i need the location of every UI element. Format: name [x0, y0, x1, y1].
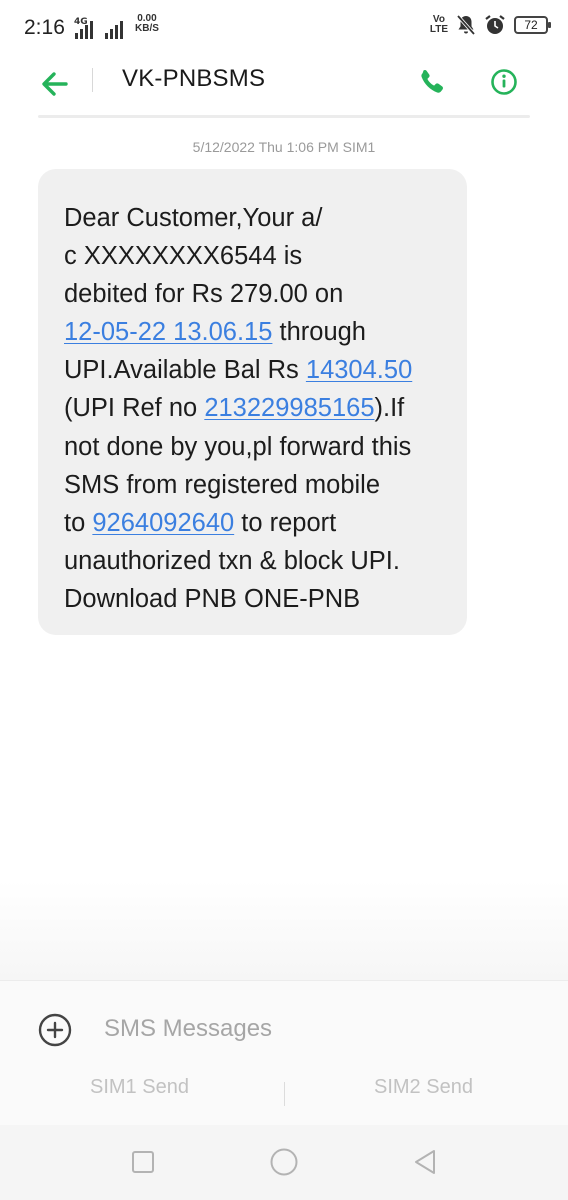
home-icon[interactable] [267, 1145, 301, 1179]
message-line: (UPI Ref no 213229985165).If [64, 389, 449, 427]
message-input[interactable] [104, 1011, 534, 1047]
battery-icon: 72 [514, 16, 551, 34]
message-text: ).If [374, 394, 405, 423]
message-timestamp: 5/12/2022 Thu 1:06 PM SIM1 [192, 139, 376, 155]
info-icon[interactable] [484, 62, 524, 102]
phone-number-link[interactable]: 9264092640 [92, 509, 234, 537]
add-attachment-icon[interactable] [38, 1013, 72, 1047]
message-line: Download PNB ONE-PNB [64, 584, 361, 613]
message-text: (UPI Ref no [64, 394, 205, 423]
status-bar: 2:16 4G 0.00 KB/S Vo LTE 72 [0, 0, 568, 56]
message-line: debited for Rs 279.00 on [64, 280, 344, 309]
volte-bottom: LTE [429, 24, 448, 35]
speed-unit: KB/S [135, 23, 159, 34]
send-buttons-row: SIM1 Send SIM2 Send [0, 1076, 568, 1110]
reference-number-link[interactable]: 213229985165 [204, 394, 374, 422]
back-arrow-icon[interactable] [38, 64, 74, 104]
message-text: to [64, 508, 93, 537]
conversation-header: VK-PNBSMS [0, 56, 568, 116]
sim2-send-button[interactable]: SIM2 Send [374, 1076, 473, 1099]
header-underline [38, 115, 530, 118]
message-line: not done by you,pl forward this [64, 432, 412, 461]
message-line: 12-05-22 13.06.15 through [64, 313, 449, 351]
messaging-screen: 2:16 4G 0.00 KB/S Vo LTE 72 VK-PNBSMS 5/… [0, 0, 568, 1200]
message-line: SMS from registered mobile [64, 470, 381, 499]
back-triangle-icon[interactable] [408, 1145, 442, 1179]
message-bubble[interactable]: Dear Customer,Your a/ c XXXXXXXX6544 is … [38, 169, 467, 635]
mute-icon [456, 14, 476, 36]
message-line: unauthorized txn & block UPI. [64, 546, 400, 575]
contact-name: VK-PNBSMS [122, 65, 266, 92]
phone-call-icon[interactable] [412, 62, 452, 102]
message-line: UPI.Available Bal Rs 14304.50 [64, 351, 449, 389]
message-text: to report [234, 508, 337, 537]
message-text: UPI.Available Bal Rs [64, 356, 306, 385]
bottom-fade [0, 880, 568, 980]
send-divider [284, 1082, 285, 1106]
status-icons: Vo LTE 72 [430, 14, 551, 36]
message-line: to 9264092640 to report [64, 504, 449, 542]
message-line: Dear Customer,Your a/ [64, 204, 323, 232]
message-text: through [272, 318, 367, 347]
message-line: c XXXXXXXX6544 is [64, 242, 303, 271]
network-speed: 0.00 KB/S [135, 14, 159, 34]
balance-link[interactable]: 14304.50 [306, 356, 412, 384]
header-divider [92, 68, 93, 92]
status-time: 2:16 [24, 16, 65, 39]
compose-area: SIM1 Send SIM2 Send [0, 980, 568, 1125]
volte-indicator: Vo LTE [430, 15, 448, 35]
system-nav-bar [0, 1125, 568, 1200]
date-link[interactable]: 12-05-22 13.06.15 [64, 318, 272, 346]
sim1-send-button[interactable]: SIM1 Send [90, 1076, 189, 1099]
alarm-icon [485, 15, 505, 34]
recent-apps-icon[interactable] [126, 1145, 160, 1179]
